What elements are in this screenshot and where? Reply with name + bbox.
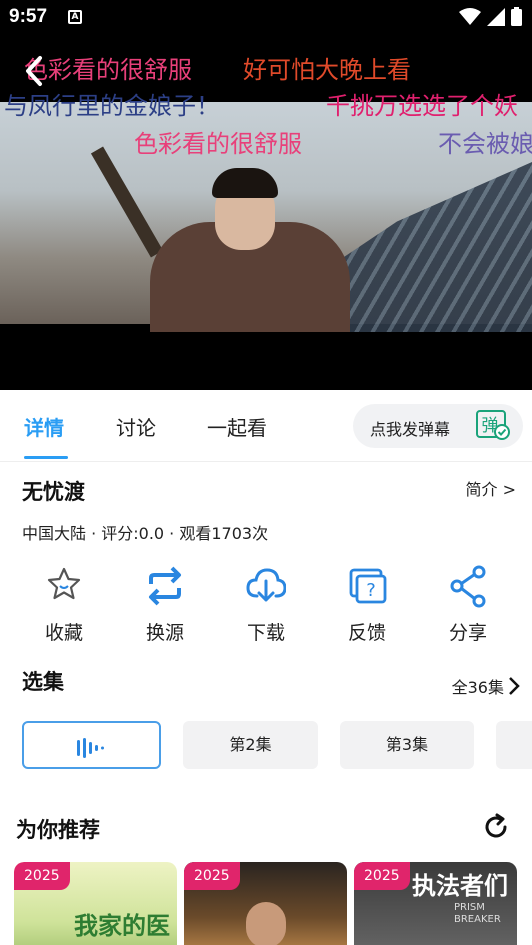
status-time: 9:57	[9, 6, 48, 27]
episode-4-partial[interactable]	[496, 721, 532, 769]
svg-text:?: ?	[366, 580, 376, 601]
action-row: 收藏 换源 下载 ? 反馈 分享	[0, 562, 532, 646]
danmaku-comment: 不会被娘	[438, 130, 532, 158]
show-title: 无忧渡	[22, 480, 85, 504]
status-icons	[459, 7, 522, 26]
download-label: 下载	[246, 622, 285, 644]
battery-icon	[511, 7, 522, 26]
all-episodes-link[interactable]: 全36集	[452, 674, 520, 698]
back-arrow-icon[interactable]	[20, 54, 50, 88]
tab-discussion[interactable]: 讨论	[116, 412, 156, 441]
episodes-heading: 选集	[22, 670, 64, 694]
feedback-button[interactable]: ? 反馈	[327, 562, 407, 646]
poster-title: 我家的医生	[74, 911, 170, 940]
episode-3[interactable]: 第3集	[340, 721, 474, 769]
share-button[interactable]: 分享	[428, 562, 508, 646]
favorite-button[interactable]: 收藏	[24, 562, 104, 646]
danmaku-comment: 千挑万选选了个妖	[326, 92, 518, 120]
year-badge: 2025	[184, 862, 240, 890]
send-danmaku-button[interactable]: 点我发弹幕 弹	[353, 404, 523, 448]
feedback-label: 反馈	[347, 622, 386, 644]
feedback-icon: ?	[349, 568, 387, 604]
sword-hilt	[90, 146, 164, 258]
share-label: 分享	[448, 622, 487, 644]
download-icon	[246, 568, 286, 602]
recommend-heading: 为你推荐	[16, 818, 100, 842]
status-bar: 9:57 A	[0, 0, 532, 36]
poster-face	[246, 902, 286, 945]
poster-title: 执法者们	[412, 872, 508, 900]
active-tab-indicator	[24, 456, 68, 459]
episode-2[interactable]: 第2集	[183, 721, 318, 769]
wifi-icon	[459, 7, 481, 25]
playing-wave-icon	[76, 737, 104, 758]
send-danmaku-label: 点我发弹幕	[370, 420, 451, 439]
signal-icon	[487, 7, 505, 26]
recommend-poster-1[interactable]: 2025 我家的医生	[14, 862, 177, 945]
recommend-poster-3[interactable]: 2025 执法者们 PRISM BREAKER	[354, 862, 517, 945]
detail-tabs-bar: 详情 讨论 一起看 点我发弹幕 弹	[0, 390, 532, 462]
tab-watch-together[interactable]: 一起看	[207, 412, 267, 441]
recommend-poster-2[interactable]: 2025	[184, 862, 347, 945]
keyboard-notification-icon: A	[68, 10, 82, 24]
share-icon	[450, 565, 486, 608]
danmaku-toggle-icon[interactable]: 弹	[476, 410, 510, 440]
danmaku-comment: 色彩看的很舒服	[134, 130, 302, 158]
chevron-right-icon	[509, 677, 520, 695]
actor-hair	[212, 168, 278, 198]
year-badge: 2025	[354, 862, 410, 890]
all-episodes-label: 全36集	[451, 678, 504, 697]
year-badge: 2025	[14, 862, 70, 890]
tab-details[interactable]: 详情	[24, 412, 64, 441]
refresh-icon[interactable]	[482, 813, 510, 841]
show-meta: 中国大陆 · 评分:0.0 · 观看1703次	[22, 524, 269, 543]
poster-subtitle: PRISM BREAKER	[454, 902, 501, 925]
switch-source-icon	[149, 566, 181, 606]
synopsis-link[interactable]: 简介 >	[466, 476, 517, 500]
video-player[interactable]: 色彩看的很舒服 好可怕大晚上看 与凤行里的金娘子！ 千挑万选选了个妖 色彩看的很…	[0, 36, 532, 390]
danmaku-comment: 好可怕大晚上看	[243, 56, 411, 84]
switch-source-label: 换源	[145, 622, 184, 644]
download-button[interactable]: 下载	[226, 562, 306, 646]
star-icon	[47, 567, 81, 600]
switch-source-button[interactable]: 换源	[125, 562, 205, 646]
danmaku-comment: 与凤行里的金娘子！	[4, 92, 220, 120]
favorite-label: 收藏	[44, 622, 83, 644]
episode-1-current[interactable]	[22, 721, 161, 769]
